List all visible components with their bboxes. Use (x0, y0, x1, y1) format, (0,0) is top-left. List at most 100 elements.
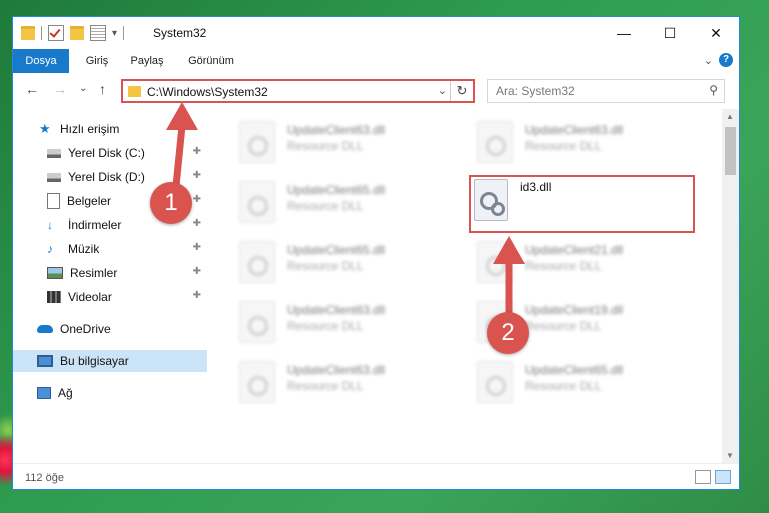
folder-icon (21, 26, 35, 40)
help-icon[interactable]: ? (719, 53, 733, 67)
customize-icon[interactable] (90, 25, 106, 41)
pin-icon: ✚ (192, 290, 201, 301)
sidebar-item-label: Belgeler (67, 194, 112, 208)
sidebar-item-onedrive[interactable]: OneDrive (13, 318, 207, 340)
file-list: UpdateClient63.dll Resource DLL UpdateCl… (209, 109, 723, 463)
chevron-down-icon[interactable]: ▾ (112, 28, 117, 39)
sidebar-item-label: Ağ (58, 386, 73, 400)
file-name: UpdateClient65.dll (525, 363, 624, 377)
dll-gear-icon[interactable] (474, 179, 508, 221)
explorer-window: ▾ System32 — ☐ ✕ Dosya Giriş Paylaş Görü… (12, 16, 740, 490)
recent-locations-icon[interactable]: ⌄ (79, 83, 87, 94)
forward-arrow-icon[interactable]: → (53, 81, 67, 97)
video-icon (47, 291, 61, 303)
scrollbar-thumb[interactable] (725, 127, 736, 175)
navigation-bar: ← → ⌄ ↑ C:\Windows\System32 ⌄ ↻ Ara: Sys… (13, 73, 739, 109)
download-icon: ↓ (47, 218, 53, 232)
file-type: Resource DLL (525, 379, 602, 393)
file-tile[interactable]: UpdateClient63.dll Resource DLL (233, 357, 453, 407)
scroll-down-icon[interactable]: ▼ (726, 451, 734, 460)
search-placeholder: Ara: System32 (496, 84, 575, 98)
pin-icon: ✚ (192, 218, 201, 229)
sidebar-item-label: Resimler (70, 266, 118, 280)
new-folder-icon[interactable] (70, 26, 84, 40)
sidebar-item-quick-access[interactable]: ★ Hızlı erişim (13, 118, 207, 140)
file-name-id3[interactable]: id3.dll (520, 180, 551, 194)
up-arrow-icon[interactable]: ↑ (99, 81, 106, 97)
tab-file[interactable]: Dosya (13, 49, 69, 73)
annotation-badge-1: 1 (150, 182, 192, 224)
file-tile[interactable]: UpdateClient63.dll Resource DLL (233, 117, 453, 167)
sidebar-item-this-pc[interactable]: Bu bilgisayar (13, 350, 207, 372)
file-name: UpdateClient65.dll (287, 183, 386, 197)
pin-icon: ✚ (192, 170, 201, 181)
large-icons-view-icon[interactable] (715, 470, 731, 484)
quick-access-toolbar: ▾ (21, 25, 125, 41)
close-button[interactable]: ✕ (693, 17, 739, 49)
sidebar-item-label: Videolar (68, 290, 112, 304)
ribbon-collapse-icon[interactable]: ⌄ (704, 54, 713, 67)
dll-file-icon (239, 241, 275, 283)
tab-home[interactable]: Giriş (79, 49, 115, 73)
file-name: UpdateClient65.dll (287, 243, 386, 257)
file-type: Resource DLL (287, 199, 364, 213)
vertical-scrollbar[interactable]: ▲ ▼ (722, 109, 739, 463)
search-input[interactable]: Ara: System32 ⚲ (487, 79, 725, 103)
file-name: UpdateClient63.dll (287, 363, 386, 377)
sidebar-item-pictures[interactable]: Resimler ✚ (13, 262, 207, 284)
file-tile[interactable]: UpdateClient65.dll Resource DLL (233, 237, 453, 287)
sidebar-item-label: İndirmeler (68, 218, 122, 232)
tab-view[interactable]: Görünüm (181, 49, 241, 73)
sidebar-item-label: Bu bilgisayar (60, 354, 129, 368)
tab-share[interactable]: Paylaş (123, 49, 171, 73)
pin-icon: ✚ (192, 146, 201, 157)
file-tile[interactable]: UpdateClient63.dll Resource DLL (471, 117, 691, 167)
chevron-down-icon[interactable]: ⌄ (438, 84, 447, 97)
title-bar: ▾ System32 — ☐ ✕ (13, 17, 739, 49)
drive-icon (47, 148, 61, 158)
file-tile[interactable]: UpdateClient65.dll Resource DLL (471, 357, 691, 407)
dll-file-icon (477, 361, 513, 403)
navigation-pane: ★ Hızlı erişim Yerel Disk (C:) ✚ Yerel D… (13, 109, 209, 463)
file-name: UpdateClient19.dll (525, 303, 624, 317)
file-tile[interactable]: UpdateClient63.dll Resource DLL (233, 297, 453, 347)
sidebar-item-label: Müzik (68, 242, 100, 256)
file-tile[interactable]: UpdateClient65.dll Resource DLL (233, 177, 453, 227)
file-type: Resource DLL (525, 319, 602, 333)
star-icon: ★ (39, 121, 51, 136)
item-count: 112 öğe (25, 472, 64, 484)
sidebar-item-network[interactable]: Ağ (13, 382, 207, 404)
scroll-up-icon[interactable]: ▲ (726, 112, 734, 121)
file-type: Resource DLL (287, 319, 364, 333)
dll-file-icon (239, 181, 275, 223)
dll-file-icon (239, 361, 275, 403)
document-icon (47, 193, 60, 209)
file-type: Resource DLL (287, 379, 364, 393)
file-tile[interactable]: UpdateClient21.dll Resource DLL (471, 237, 691, 287)
file-name: UpdateClient63.dll (525, 123, 624, 137)
back-arrow-icon[interactable]: ← (25, 81, 39, 97)
maximize-button[interactable]: ☐ (647, 17, 693, 49)
sidebar-item-label: OneDrive (60, 322, 111, 336)
refresh-icon[interactable]: ↻ (450, 81, 473, 101)
address-bar[interactable]: C:\Windows\System32 ⌄ ↻ (121, 79, 475, 103)
drive-icon (47, 172, 61, 182)
search-icon[interactable]: ⚲ (709, 83, 718, 97)
sidebar-item-label: Hızlı erişim (60, 122, 120, 136)
file-type: Resource DLL (525, 259, 602, 273)
details-view-icon[interactable] (695, 470, 711, 484)
sidebar-item-music[interactable]: ♪ Müzik ✚ (13, 238, 207, 260)
address-path[interactable]: C:\Windows\System32 (147, 85, 268, 99)
dll-file-icon (477, 121, 513, 163)
pin-icon: ✚ (192, 266, 201, 277)
properties-check-icon[interactable] (48, 25, 64, 41)
file-name: UpdateClient21.dll (525, 243, 624, 257)
sidebar-item-videos[interactable]: Videolar ✚ (13, 286, 207, 308)
divider (41, 26, 42, 40)
minimize-button[interactable]: — (601, 17, 647, 49)
window-title: System32 (153, 26, 207, 40)
dll-file-icon (239, 121, 275, 163)
pin-icon: ✚ (192, 194, 201, 205)
dll-file-icon (477, 241, 513, 283)
sidebar-item-local-disk-c[interactable]: Yerel Disk (C:) ✚ (13, 142, 207, 164)
